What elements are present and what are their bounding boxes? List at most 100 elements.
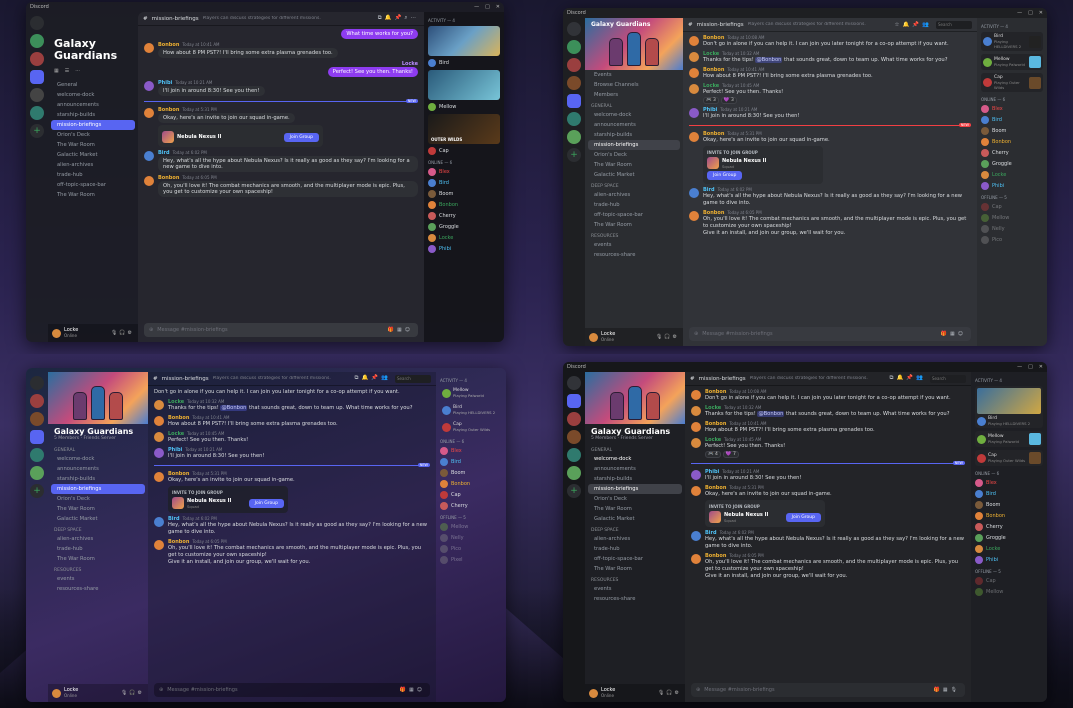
server-icon[interactable] <box>567 448 581 462</box>
activity-card[interactable]: Mellow Playing Palworld <box>981 54 1043 70</box>
server-icon[interactable] <box>567 76 581 90</box>
avatar[interactable] <box>154 517 164 528</box>
member-item[interactable]: Bird <box>428 59 500 67</box>
channel-trade-hub[interactable]: trade-hub <box>51 170 135 180</box>
server-icon-galaxy-guardians[interactable] <box>567 394 581 408</box>
channel-the-war-room[interactable]: The War Room <box>588 160 680 170</box>
server-icon[interactable] <box>30 466 44 480</box>
member-item[interactable]: Locke <box>981 171 1043 179</box>
avatar[interactable] <box>52 688 61 698</box>
header-icons[interactable]: ⧉🔔📌⌕⋯ <box>378 15 419 22</box>
channel-announcements[interactable]: announcements <box>51 100 135 110</box>
member-item[interactable]: Blex <box>975 479 1043 487</box>
channel-trade-hub[interactable]: trade-hub <box>51 544 145 554</box>
channel-mission-briefings[interactable]: mission-briefings <box>51 120 135 131</box>
window-controls[interactable]: — □ ✕ <box>468 4 500 10</box>
composer-icons[interactable]: 🎁▦🎙 <box>934 687 960 693</box>
category-deep-space[interactable]: Deep Space <box>48 524 148 534</box>
channel-the-war-room[interactable]: The War Room <box>588 220 680 230</box>
avatar[interactable] <box>589 332 598 342</box>
avatar[interactable] <box>589 688 598 698</box>
header-icons[interactable]: ⧉🔔📌👥 <box>890 375 926 382</box>
add-attachment-icon[interactable]: ⊕ <box>696 687 700 693</box>
channel-galactic-market[interactable]: Galactic Market <box>51 150 135 160</box>
add-server-icon[interactable]: + <box>30 124 44 138</box>
channel-alien-archives[interactable]: alien-archives <box>588 534 682 544</box>
server-icon[interactable] <box>567 130 581 144</box>
avatar[interactable] <box>144 108 154 118</box>
channel-mission-briefings[interactable]: mission-briefings <box>588 140 680 150</box>
server-icon[interactable] <box>30 106 44 120</box>
member-item[interactable]: Bird <box>428 179 500 187</box>
member-item[interactable]: Boom <box>428 190 500 198</box>
search-input[interactable]: Search <box>936 20 972 29</box>
server-icon[interactable] <box>30 52 44 66</box>
avatar[interactable] <box>154 472 164 483</box>
avatar[interactable] <box>154 416 164 427</box>
member-item[interactable]: Blex <box>428 168 500 176</box>
category-resources[interactable]: Resources <box>585 230 683 240</box>
message-input[interactable]: ⊕ Message #mission-briefings 🎁▦☺ <box>144 323 418 337</box>
channel-mission-briefings[interactable]: mission-briefings <box>588 484 682 494</box>
member-item[interactable]: Mellow <box>975 588 1043 596</box>
window-controls[interactable]: — □ ✕ <box>1011 10 1043 16</box>
activity-card[interactable]: Cap Playing Outer Wilds <box>975 450 1043 466</box>
avatar[interactable] <box>154 540 164 551</box>
channel-alien-archives[interactable]: alien-archives <box>51 534 145 544</box>
nav-events[interactable]: Events <box>588 70 680 80</box>
member-item[interactable]: Blex <box>981 105 1043 113</box>
member-item[interactable]: Mellow <box>440 523 502 531</box>
member-item[interactable]: Groggle <box>981 160 1043 168</box>
channel-alien-archives[interactable]: alien-archives <box>51 160 135 170</box>
home-icon[interactable] <box>30 376 44 390</box>
add-server-icon[interactable]: + <box>30 484 44 498</box>
join-group-button[interactable]: Join Group <box>248 498 284 508</box>
user-controls[interactable]: 🎙🎧⚙ <box>658 690 681 696</box>
channel-the-war-room[interactable]: The War Room <box>588 504 682 514</box>
activity-card[interactable] <box>428 70 500 100</box>
home-icon[interactable] <box>567 22 581 36</box>
channel-the-war-room[interactable]: The War Room <box>588 564 682 574</box>
guild-name[interactable]: Galaxy Guardians <box>48 12 138 62</box>
avatar[interactable] <box>154 400 164 411</box>
member-item[interactable]: Bonbon <box>428 201 500 209</box>
member-item[interactable]: Mellow <box>981 214 1043 222</box>
member-item[interactable]: Boom <box>440 469 502 477</box>
member-item[interactable]: Bird <box>981 116 1043 124</box>
channel-starship-builds[interactable]: starship-builds <box>51 110 135 120</box>
channel-galactic-market[interactable]: Galactic Market <box>588 170 680 180</box>
member-item[interactable]: Bonbon <box>440 480 502 488</box>
channel-orions-deck[interactable]: Orion's Deck <box>588 494 682 504</box>
avatar[interactable] <box>689 188 699 199</box>
channel-starship-builds[interactable]: starship-builds <box>51 474 145 484</box>
avatar[interactable] <box>689 211 699 222</box>
member-item[interactable]: Bonbon <box>981 138 1043 146</box>
home-icon[interactable] <box>567 376 581 390</box>
add-attachment-icon[interactable]: ⊕ <box>694 331 698 337</box>
member-item[interactable]: Cherry <box>975 523 1043 531</box>
reaction[interactable]: 💜 3 <box>720 97 737 105</box>
channel-alien-archives[interactable]: alien-archives <box>588 190 680 200</box>
member-item[interactable]: Phibi <box>981 182 1043 190</box>
member-item[interactable]: Cherry <box>440 502 502 510</box>
channel-trade-hub[interactable]: trade-hub <box>588 200 680 210</box>
search-input[interactable]: Search <box>395 374 431 383</box>
avatar[interactable] <box>689 108 699 119</box>
member-item[interactable]: Groggle <box>428 223 500 231</box>
join-group-button[interactable]: Join Group <box>785 512 821 522</box>
header-icons[interactable]: ☆🔔📌👥 <box>895 22 932 28</box>
channel-starship-builds[interactable]: starship-builds <box>588 130 680 140</box>
channel-the-war-room[interactable]: The War Room <box>51 140 135 150</box>
reaction[interactable]: 🎮 3 <box>703 97 719 105</box>
avatar[interactable] <box>144 43 154 53</box>
channel-announcements[interactable]: announcements <box>588 120 680 130</box>
guild-name[interactable]: Galaxy Guardians <box>585 424 685 436</box>
add-attachment-icon[interactable]: ⊕ <box>149 327 153 333</box>
avatar[interactable] <box>689 52 699 63</box>
channel-orions-deck[interactable]: Orion's Deck <box>51 130 135 140</box>
activity-card[interactable]: Bird Playing HELLDIVERS 2 <box>981 32 1043 51</box>
activity-card[interactable]: OUTER WILDS <box>428 114 500 144</box>
channel-resources-share[interactable]: resources-share <box>588 594 682 604</box>
add-server-icon[interactable]: + <box>567 148 581 162</box>
avatar[interactable] <box>691 422 701 433</box>
